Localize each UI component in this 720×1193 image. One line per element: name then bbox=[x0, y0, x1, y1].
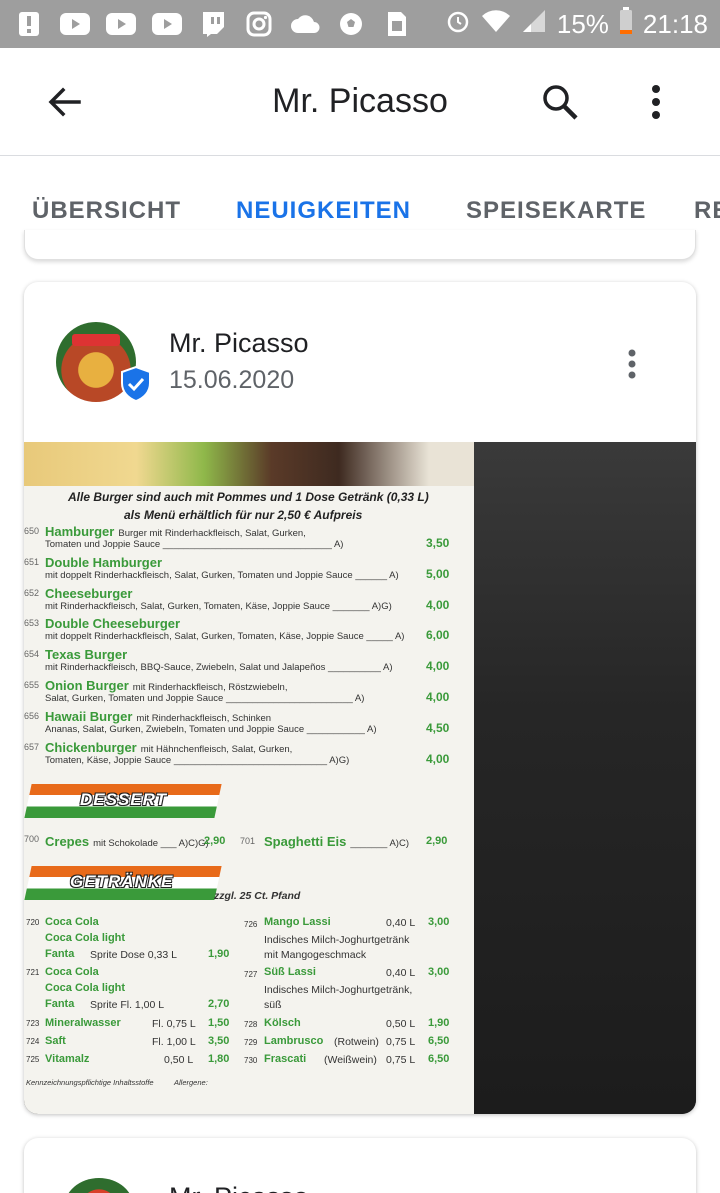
menu-item-price: 4,00 bbox=[426, 659, 450, 673]
next-post-card[interactable]: Mr. Picasso bbox=[24, 1138, 696, 1193]
drinks-note: zzgl. 25 Ct. Pfand bbox=[214, 890, 301, 902]
sim-icon bbox=[382, 11, 412, 37]
clock: 21:18 bbox=[642, 8, 708, 39]
post-author[interactable]: Mr. Picasso bbox=[169, 328, 309, 359]
menu-item-price: 4,00 bbox=[426, 690, 450, 704]
drinks-banner-title: GETRÄNKE bbox=[70, 872, 174, 891]
status-bar: 15% 21:18 bbox=[0, 0, 720, 48]
menu-item: 650 Hamburger Burger mit Rinderhackfleisc… bbox=[24, 524, 450, 550]
post-date: 15.06.2020 bbox=[169, 366, 295, 394]
twitch-icon bbox=[198, 11, 228, 37]
page-title: Mr. Picasso bbox=[272, 82, 448, 120]
menu-item: 653 Double Cheeseburger mit doppelt Rind… bbox=[24, 616, 450, 642]
post-image[interactable]: Alle Burger sind auch mit Pommes und 1 D… bbox=[24, 442, 696, 1114]
post-card: Mr. Picasso 15.06.2020 Alle Burger sind … bbox=[24, 282, 696, 1114]
tab-reviews[interactable]: RE bbox=[694, 197, 720, 225]
tab-menu[interactable]: SPEISEKARTE bbox=[466, 197, 646, 225]
post-menu-button[interactable] bbox=[616, 342, 648, 386]
menu-item-price: 3,50 bbox=[426, 536, 450, 550]
more-vertical-icon bbox=[628, 349, 636, 379]
tab-overview[interactable]: ÜBERSICHT bbox=[32, 197, 181, 225]
overflow-menu-button[interactable] bbox=[632, 78, 680, 126]
notification-icons bbox=[14, 11, 412, 37]
menu-item-price: 5,00 bbox=[426, 567, 450, 581]
burger-photo bbox=[24, 442, 474, 486]
menu-item-name: Hawaii Burger mit Rinderhackfleisch, Schi… bbox=[45, 709, 272, 724]
menu-item: 654 Texas Burger mit Rinderhackfleisch, … bbox=[24, 647, 450, 673]
menu-item: 652 Cheeseburger mit Rinderhackfleisch, … bbox=[24, 586, 450, 612]
menu-item-name: Chickenburger mit Hähnchenfleisch, Salat,… bbox=[45, 740, 293, 755]
tab-news[interactable]: NEUIGKEITEN bbox=[236, 197, 411, 225]
previous-post-card[interactable] bbox=[24, 230, 696, 260]
instagram-icon bbox=[244, 11, 274, 37]
signal-icon bbox=[521, 9, 547, 40]
battery-percent: 15% bbox=[556, 8, 609, 39]
back-arrow-icon bbox=[48, 87, 81, 117]
post-author[interactable]: Mr. Picasso bbox=[169, 1182, 309, 1193]
app-bar: Mr. Picasso bbox=[0, 48, 720, 156]
verified-badge-icon bbox=[121, 366, 151, 402]
menu-item-price: 4,50 bbox=[426, 721, 450, 735]
menu-item-name: Hamburger Burger mit Rinderhackfleisch, S… bbox=[45, 524, 306, 539]
youtube-icon bbox=[152, 11, 182, 37]
soccer-icon bbox=[336, 11, 366, 37]
menu-subheader: als Menü erhältlich für nur 2,50 € Aufpr… bbox=[124, 508, 363, 522]
alarm-icon bbox=[445, 8, 471, 41]
dessert-banner-title: DESSERT bbox=[80, 790, 167, 809]
alert-icon bbox=[14, 11, 44, 37]
youtube-icon bbox=[60, 11, 90, 37]
menu-item: 655 Onion Burger mit Rinderhackfleisch, R… bbox=[24, 678, 450, 704]
system-status: 15% 21:18 bbox=[445, 6, 708, 42]
menu-item-price: 6,00 bbox=[426, 628, 450, 642]
menu-item-name: Cheeseburger bbox=[45, 586, 133, 601]
back-button[interactable] bbox=[40, 78, 88, 126]
menu-item: 651 Double Hamburger mit doppelt Rinderh… bbox=[24, 555, 450, 581]
search-button[interactable] bbox=[534, 78, 586, 126]
menu-item-name: Texas Burger bbox=[45, 647, 128, 662]
avatar[interactable] bbox=[64, 1178, 134, 1193]
menu-item-name: Onion Burger mit Rinderhackfleisch, Röstz… bbox=[45, 678, 288, 693]
battery-icon bbox=[619, 6, 633, 42]
menu-flyer: Alle Burger sind auch mit Pommes und 1 D… bbox=[24, 442, 474, 1114]
wifi-icon bbox=[481, 9, 511, 40]
image-dark-background bbox=[470, 442, 696, 1114]
menu-item: 657 Chickenburger mit Hähnchenfleisch, Sa… bbox=[24, 740, 450, 766]
dessert-item: 700 Crepes mit Schokolade ___ A)C)G) 2,90… bbox=[24, 834, 448, 849]
menu-header: Alle Burger sind auch mit Pommes und 1 D… bbox=[68, 490, 429, 504]
more-vertical-icon bbox=[652, 85, 660, 119]
search-icon bbox=[543, 85, 578, 120]
menu-item-price: 4,00 bbox=[426, 598, 450, 612]
menu-item-name: Double Hamburger bbox=[45, 555, 163, 570]
menu-item: 656 Hawaii Burger mit Rinderhackfleisch, … bbox=[24, 709, 450, 735]
menu-item-price: 4,00 bbox=[426, 752, 450, 766]
cloud-icon bbox=[290, 11, 320, 37]
youtube-icon bbox=[106, 11, 136, 37]
menu-item-name: Double Cheeseburger bbox=[45, 616, 181, 631]
